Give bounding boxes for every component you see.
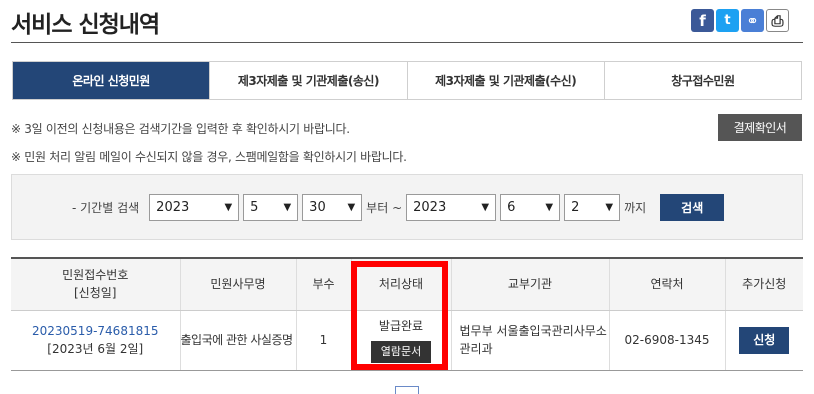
status-issued: 발급완료 [378, 319, 424, 333]
facebook-icon[interactable]: f [691, 9, 714, 32]
header-copies: 부수 [295, 258, 351, 311]
from-year-select[interactable]: 2023 ▼ [149, 194, 240, 221]
issuer-name: 법무부 서울출입국관리사무소 관리과 [450, 310, 609, 371]
apply-button[interactable]: 신청 [739, 326, 790, 354]
from-month-select[interactable]: 5 ▼ [243, 194, 299, 221]
tab-counter-applications[interactable]: 창구접수민원 [603, 62, 801, 99]
contact-number: 02-6908-1345 [608, 310, 725, 371]
chevron-down-icon: ▼ [545, 202, 554, 213]
apply-cell: 신청 [724, 310, 803, 371]
application-table: 민원접수번호 [신청일] 민원사무명 부수 처리상태 교부기관 연락처 추가신청 … [11, 257, 803, 371]
chevron-down-icon: ▼ [481, 202, 490, 213]
pagination-button[interactable] [395, 386, 419, 394]
to-month-select[interactable]: 6 ▼ [500, 194, 561, 221]
search-panel: - 기간별 검색 2023 ▼ 5 ▼ 30 ▼ 부터 ~ 2023 ▼ 6 ▼ 2 ▼ 까… [11, 174, 803, 240]
header-issuer: 교부기관 [450, 258, 609, 311]
search-period-label: - 기간별 검색 [72, 201, 140, 215]
header-service-name: 민원사무명 [179, 258, 296, 311]
page-title: 서비스 신청내역 [11, 12, 160, 38]
print-icon[interactable]: ⎙ [766, 9, 789, 32]
copies-value: 1 [295, 310, 351, 371]
chevron-down-icon: ▼ [605, 202, 614, 213]
chevron-down-icon: ▼ [283, 202, 292, 213]
to-text: 까지 [624, 201, 647, 215]
chevron-down-icon: ▼ [224, 202, 233, 213]
title-divider [11, 42, 803, 43]
receipt-cell: 20230519-74681815 [2023년 6월 2일] [11, 310, 180, 371]
header-status: 처리상태 [350, 258, 451, 311]
view-document-button[interactable]: 열람문서 [370, 341, 432, 363]
link-icon[interactable]: ⚭ [741, 9, 764, 32]
payment-confirmation-button[interactable]: 결제확인서 [718, 114, 802, 141]
tab-third-party-sent[interactable]: 제3자제출 및 기관제출(송신) [209, 62, 407, 99]
twitter-icon[interactable]: t [716, 9, 739, 32]
share-bar: f t ⚭ ⎙ [691, 9, 789, 32]
status-cell: 발급완료 열람문서 [350, 310, 451, 371]
from-day-select[interactable]: 30 ▼ [302, 194, 363, 221]
to-day-select[interactable]: 2 ▼ [564, 194, 621, 221]
tab-third-party-received[interactable]: 제3자제출 및 기관제출(수신) [406, 62, 604, 99]
service-name: 출입국에 관한 사실증명 [179, 310, 296, 371]
receipt-number-link[interactable]: 20230519-74681815 [32, 324, 159, 338]
tab-online-applications[interactable]: 온라인 신청민원 [13, 62, 210, 99]
chevron-down-icon: ▼ [347, 202, 356, 213]
tab-bar: 온라인 신청민원 제3자제출 및 기관제출(송신) 제3자제출 및 기관제출(수… [12, 61, 802, 100]
header-extra-apply: 추가신청 [724, 258, 803, 311]
application-date: [2023년 6월 2일] [47, 342, 144, 356]
header-contact: 연락처 [608, 258, 725, 311]
header-receipt-number: 민원접수번호 [신청일] [11, 258, 180, 311]
table-row: 20230519-74681815 [2023년 6월 2일] 출입국에 관한 … [11, 310, 803, 371]
search-button[interactable]: 검색 [660, 194, 725, 221]
to-year-select[interactable]: 2023 ▼ [406, 194, 497, 221]
notice-spam-mail: ※ 민원 처리 알림 메일이 수신되지 않을 경우, 스팸메일함을 확인하시기 … [11, 150, 407, 164]
notice-search-period: ※ 3일 이전의 신청내용은 검색기간을 입력한 후 확인하시기 바랍니다. [11, 122, 350, 136]
from-text: 부터 ~ [366, 201, 403, 215]
